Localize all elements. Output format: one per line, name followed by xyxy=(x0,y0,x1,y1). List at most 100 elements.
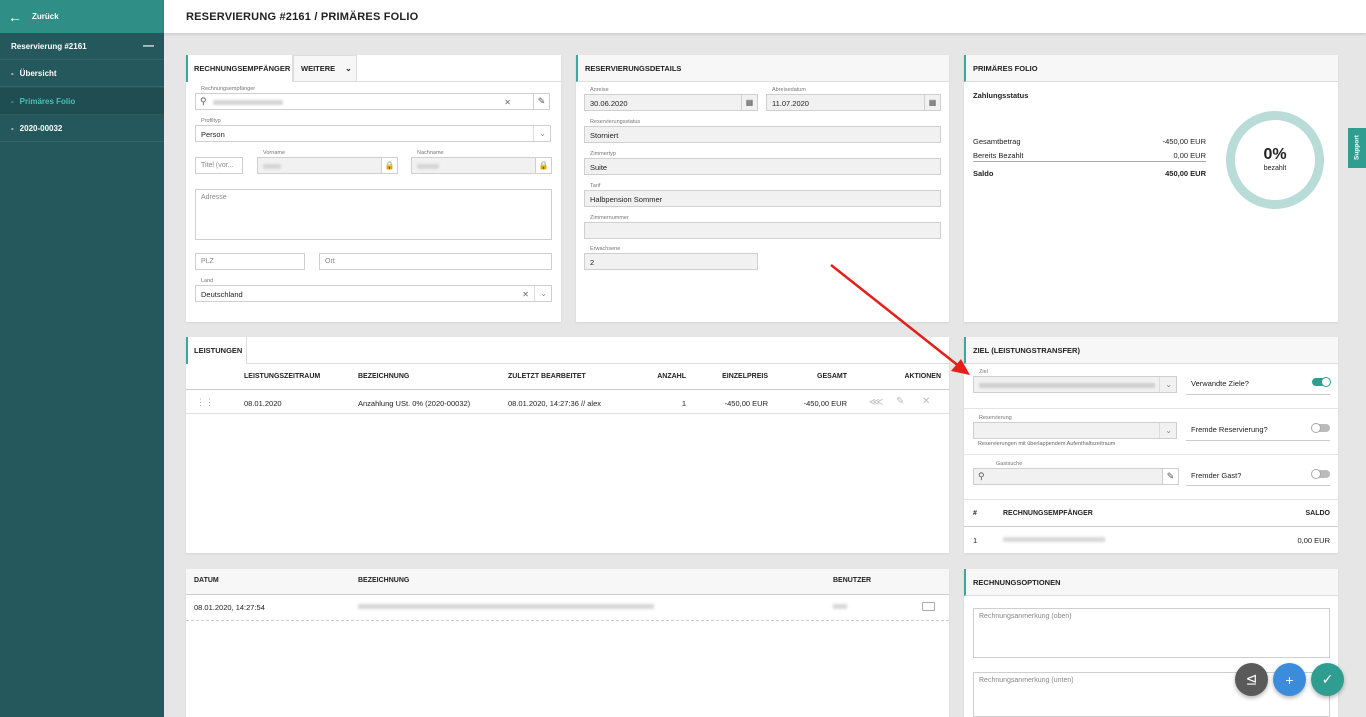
field-label: Land xyxy=(201,278,214,284)
land-select[interactable]: Land Deutschland ✕ ⌄ xyxy=(195,278,552,302)
column-header[interactable]: ANZAHL xyxy=(656,373,686,380)
chevron-down-icon: ⌄ xyxy=(1165,380,1172,389)
confirm-button[interactable]: ✓ xyxy=(1311,663,1344,696)
edit-pencil-icon[interactable]: ✎ xyxy=(1162,468,1179,485)
column-header[interactable]: BEZEICHNUNG xyxy=(358,577,409,584)
sidebar-section-reservation[interactable]: Reservierung #2161 — xyxy=(0,33,164,60)
card-title: RESERVIERUNGSDETAILS xyxy=(576,55,949,82)
sidebar-item-uebersicht[interactable]: - Übersicht xyxy=(0,60,164,87)
status-field[interactable]: Reservierungsstatus Storniert xyxy=(584,119,941,143)
add-button[interactable]: + xyxy=(1273,663,1306,696)
column-header[interactable]: LEISTUNGSZEITRAUM xyxy=(244,373,320,380)
adresse-field[interactable]: Adresse xyxy=(195,189,552,240)
edit-pencil-icon[interactable]: ✎ xyxy=(533,93,550,110)
zimmertyp-field[interactable]: Zimmertyp Suite xyxy=(584,151,941,175)
back-button[interactable]: ← Zurück xyxy=(0,0,164,33)
verwandte-toggle[interactable] xyxy=(1312,377,1331,387)
tarif-field[interactable]: Tarif Halbpension Sommer xyxy=(584,183,941,207)
lock-icon[interactable]: 🔒 xyxy=(381,157,398,174)
titel-field[interactable]: Titel (vor... xyxy=(195,157,243,174)
fremder-gast-label: Fremder Gast? xyxy=(1191,471,1242,480)
percent-value: 0% xyxy=(1263,146,1287,163)
chevron-down-icon: ⌄ xyxy=(540,289,547,298)
field-value: Halbpension Sommer xyxy=(590,195,663,204)
column-header[interactable]: DATUM xyxy=(194,577,219,584)
calendar-icon[interactable]: ▦ xyxy=(741,94,758,111)
gastsuche-field[interactable]: Gastsuche ⚲ xyxy=(973,461,1163,485)
annotation-arrow xyxy=(830,264,970,375)
column-header[interactable]: BEZEICHNUNG xyxy=(358,373,409,380)
check-icon: ✓ xyxy=(1321,671,1334,687)
row-anzahl: 1 xyxy=(681,399,686,408)
column-header[interactable]: RECHNUNGSEMPFÄNGER xyxy=(1003,510,1093,517)
field-label: Vorname xyxy=(263,150,286,156)
reservierung-hint: Reservierungen mit überlappendem Aufenth… xyxy=(978,441,1116,447)
sidebar-section-label: Reservierung #2161 xyxy=(11,41,87,51)
row-zeitraum: 08.01.2020 xyxy=(244,399,282,408)
blurred-description xyxy=(358,604,654,609)
saldo-value: 450,00 EUR xyxy=(1165,169,1206,178)
vorname-field[interactable]: Vorname 🔒 xyxy=(257,150,398,174)
tab-leistungen[interactable]: LEISTUNGEN xyxy=(186,337,247,364)
ziel-row-num: 1 xyxy=(973,536,978,545)
verwandte-label: Verwandte Ziele? xyxy=(1191,379,1249,388)
page-title: RESERVIERUNG #2161 / PRIMÄRES FOLIO xyxy=(186,11,419,23)
field-label: Abreisedatum xyxy=(772,87,806,93)
card-title: PRIMÄRES FOLIO xyxy=(964,55,1338,82)
share-icon[interactable]: ⋘ xyxy=(869,397,883,408)
field-value: Suite xyxy=(590,163,608,172)
tab-weitere-label: WEITERE xyxy=(301,64,336,73)
sidebar-item-label: Primäres Folio xyxy=(19,96,76,106)
tab-rechnungsempfaenger[interactable]: RECHNUNGSEMPFÄNGER xyxy=(186,55,293,82)
ort-field[interactable]: Ort xyxy=(319,253,552,270)
calendar-icon[interactable]: ▦ xyxy=(924,94,941,111)
plus-icon: + xyxy=(1285,671,1294,688)
field-placeholder: Titel (vor... xyxy=(201,162,234,169)
tab-weitere[interactable]: WEITERE ⌄ xyxy=(293,55,357,82)
sidebar-item-primaeres-folio[interactable]: - Primäres Folio xyxy=(0,88,164,115)
column-header[interactable]: EINZELPREIS xyxy=(706,373,768,380)
field-label: Zimmernummer xyxy=(590,215,629,221)
field-label: Tarif xyxy=(590,183,601,189)
bezahlt-value: 0,00 EUR xyxy=(1173,151,1206,160)
profiltyp-select[interactable]: Profiltyp Person ⌄ xyxy=(195,118,551,142)
primary-folio-card: PRIMÄRES FOLIO Zahlungsstatus Gesamtbetr… xyxy=(964,55,1338,322)
search-icon: ⚲ xyxy=(200,96,207,106)
ziel-select[interactable]: Ziel ⌄ xyxy=(973,369,1177,393)
field-label: Reservierungsstatus xyxy=(590,119,641,125)
column-header[interactable]: SALDO xyxy=(1274,510,1331,517)
column-header[interactable]: BENUTZER xyxy=(833,577,871,584)
column-header[interactable]: # xyxy=(973,510,977,517)
report-button[interactable]: ⊴ xyxy=(1235,663,1268,696)
ziel-row-saldo: 0,00 EUR xyxy=(1297,536,1330,545)
clear-icon[interactable]: ✕ xyxy=(504,98,511,107)
details-icon[interactable] xyxy=(922,602,935,611)
fremder-gast-toggle[interactable] xyxy=(1311,469,1330,479)
drag-handle-icon[interactable]: ⋮⋮ xyxy=(196,397,214,408)
anreise-field[interactable]: Anreise 30.06.2020 ▦ xyxy=(584,87,758,111)
sidebar-item-invoice[interactable]: -2020-00032 xyxy=(0,115,164,142)
rechnungsoptionen-card: RECHNUNGSOPTIONEN Rechnungsanmerkung (ob… xyxy=(964,569,1338,717)
ziel-card: ZIEL (LEISTUNGSTRANSFER) Ziel ⌄ Verwandt… xyxy=(964,337,1338,553)
field-placeholder: Rechnungsanmerkung (unten) xyxy=(979,677,1074,684)
lock-icon[interactable]: 🔒 xyxy=(535,157,552,174)
column-header[interactable]: ZULETZT BEARBEITET xyxy=(508,373,586,380)
delete-icon[interactable]: ✕ xyxy=(922,396,930,407)
gesamtbetrag-value: -450,00 EUR xyxy=(1162,137,1206,146)
abreise-field[interactable]: Abreisedatum 11.07.2020 ▦ xyxy=(766,87,941,111)
plz-field[interactable]: PLZ xyxy=(195,253,305,270)
collapse-icon[interactable]: — xyxy=(143,40,154,52)
fremde-reservierung-toggle[interactable] xyxy=(1311,423,1330,433)
rechnungsanmerkung-oben[interactable]: Rechnungsanmerkung (oben) xyxy=(973,608,1330,658)
reservierung-select[interactable]: Reservierung ⌄ xyxy=(973,415,1177,439)
erwachsene-field[interactable]: Erwachsene 2 xyxy=(584,246,758,270)
edit-icon[interactable]: ✎ xyxy=(896,396,904,407)
clear-icon[interactable]: ✕ xyxy=(522,290,529,299)
nachname-field[interactable]: Nachname 🔒 xyxy=(411,150,552,174)
support-tab[interactable]: Support xyxy=(1348,128,1366,168)
rechnungsempfaenger-field[interactable]: Rechnungsempfänger ⚲ ✕ xyxy=(195,86,534,110)
zimmernummer-field[interactable]: Zimmernummer xyxy=(584,215,941,239)
blurred-value xyxy=(213,100,283,105)
field-label: Gastsuche xyxy=(996,461,1023,467)
percent-label: bezahlt xyxy=(1263,165,1287,172)
